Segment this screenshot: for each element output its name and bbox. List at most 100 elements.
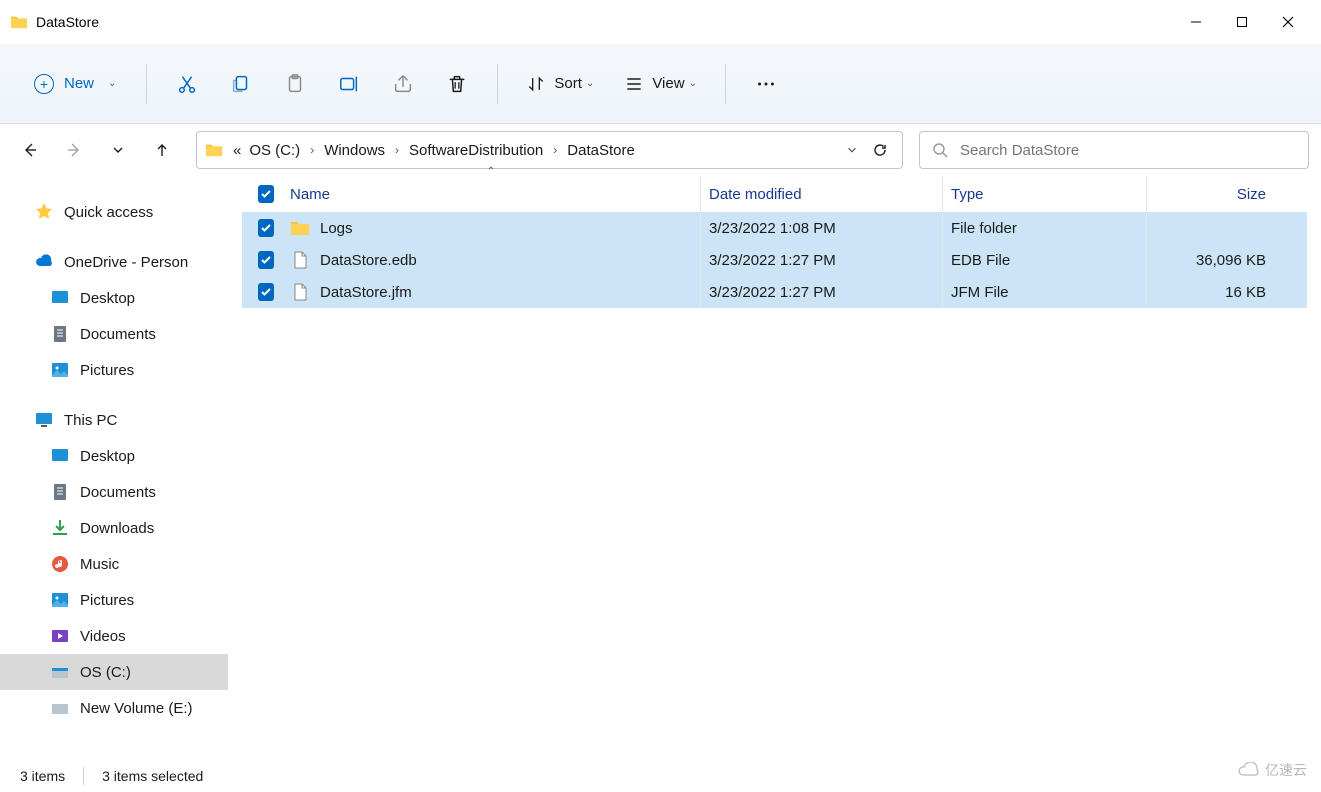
sidebar-label: Quick access (64, 204, 153, 221)
file-icon (290, 250, 310, 270)
sidebar-item-os-drive[interactable]: OS (C:) (0, 654, 228, 690)
file-date: 3/23/2022 1:27 PM (709, 284, 836, 301)
sidebar-label: Documents (80, 326, 156, 343)
sidebar-label: Pictures (80, 592, 134, 609)
row-checkbox[interactable] (258, 219, 274, 237)
sidebar-item-new-volume[interactable]: New Volume (E:) (0, 690, 228, 726)
download-icon (50, 518, 70, 538)
maximize-button[interactable] (1219, 6, 1265, 38)
recent-button[interactable] (100, 132, 136, 168)
breadcrumb-item[interactable]: SoftwareDistribution (405, 142, 547, 159)
status-selected: 3 items selected (102, 768, 203, 784)
sidebar-quick-access[interactable]: Quick access (0, 194, 228, 230)
sidebar-item-videos[interactable]: Videos (0, 618, 228, 654)
breadcrumb-prefix[interactable]: « (229, 142, 245, 159)
column-type[interactable]: Type (942, 176, 1146, 212)
sidebar-label: Desktop (80, 290, 135, 307)
breadcrumb-item[interactable]: DataStore (563, 142, 639, 159)
chevron-right-icon: › (547, 143, 563, 157)
up-button[interactable] (144, 132, 180, 168)
chevron-down-icon: ⌄ (108, 78, 116, 89)
file-row[interactable]: DataStore.jfm 3/23/2022 1:27 PM JFM File… (242, 276, 1307, 308)
pictures-icon (50, 360, 70, 380)
file-size: 36,096 KB (1196, 252, 1266, 269)
file-row[interactable]: Logs 3/23/2022 1:08 PM File folder (242, 212, 1307, 244)
rename-button[interactable] (325, 62, 373, 106)
search-box[interactable] (919, 131, 1309, 169)
forward-button[interactable] (56, 132, 92, 168)
trash-icon (446, 73, 468, 95)
title-bar: DataStore (0, 0, 1321, 44)
refresh-button[interactable] (866, 136, 894, 164)
delete-button[interactable] (433, 62, 481, 106)
breadcrumb-item[interactable]: Windows (320, 142, 389, 159)
select-all-checkbox[interactable] (250, 176, 282, 212)
address-dropdown[interactable] (838, 136, 866, 164)
minimize-button[interactable] (1173, 6, 1219, 38)
sidebar-label: OS (C:) (80, 664, 131, 681)
sidebar[interactable]: Quick access OneDrive - Person Desktop D… (0, 176, 228, 760)
star-icon (34, 202, 54, 222)
clipboard-icon (284, 73, 306, 95)
row-checkbox[interactable] (258, 251, 274, 269)
close-button[interactable] (1265, 6, 1311, 38)
sidebar-item-documents[interactable]: Documents (0, 316, 228, 352)
cloud-icon (1237, 762, 1261, 778)
back-button[interactable] (12, 132, 48, 168)
folder-icon (290, 218, 310, 238)
column-headers: ⌃ Name Date modified Type Size (242, 176, 1307, 212)
cut-button[interactable] (163, 62, 211, 106)
breadcrumb-item[interactable]: OS (C:) (245, 142, 304, 159)
column-size[interactable]: Size (1146, 176, 1274, 212)
copy-button[interactable] (217, 62, 265, 106)
sidebar-onedrive[interactable]: OneDrive - Person (0, 244, 228, 280)
desktop-icon (50, 288, 70, 308)
copy-icon (230, 73, 252, 95)
sidebar-item-pictures[interactable]: Pictures (0, 582, 228, 618)
sidebar-item-music[interactable]: Music (0, 546, 228, 582)
paste-button[interactable] (271, 62, 319, 106)
address-bar[interactable]: « OS (C:) › Windows › SoftwareDistributi… (196, 131, 903, 169)
file-row[interactable]: DataStore.edb 3/23/2022 1:27 PM EDB File… (242, 244, 1307, 276)
drive-icon (50, 698, 70, 718)
toolbar: + New ⌄ Sort ⌄ View ⌄ (0, 44, 1321, 124)
folder-icon (205, 141, 223, 159)
documents-icon (50, 482, 70, 502)
column-name[interactable]: ⌃ Name (282, 176, 700, 212)
sort-asc-icon: ⌃ (487, 166, 495, 177)
sidebar-this-pc[interactable]: This PC (0, 402, 228, 438)
file-type: File folder (951, 220, 1017, 237)
sidebar-item-desktop[interactable]: Desktop (0, 438, 228, 474)
sidebar-item-pictures[interactable]: Pictures (0, 352, 228, 388)
music-icon (50, 554, 70, 574)
list-icon (624, 74, 644, 94)
rename-icon (338, 73, 360, 95)
sort-button[interactable]: Sort ⌄ (514, 62, 606, 106)
new-button[interactable]: + New ⌄ (20, 62, 130, 106)
file-size: 16 KB (1225, 284, 1266, 301)
navigation-bar: « OS (C:) › Windows › SoftwareDistributi… (0, 124, 1321, 176)
sort-icon (526, 74, 546, 94)
column-date[interactable]: Date modified (700, 176, 942, 212)
chevron-right-icon: › (389, 143, 405, 157)
chevron-down-icon: ⌄ (689, 78, 697, 89)
share-button[interactable] (379, 62, 427, 106)
monitor-icon (34, 410, 54, 430)
file-name: DataStore.edb (320, 252, 417, 269)
window-title: DataStore (36, 14, 99, 30)
documents-icon (50, 324, 70, 344)
sidebar-label: New Volume (E:) (80, 700, 193, 717)
sidebar-label: Downloads (80, 520, 154, 537)
pictures-icon (50, 590, 70, 610)
search-input[interactable] (960, 142, 1296, 159)
view-button[interactable]: View ⌄ (612, 62, 709, 106)
sidebar-item-desktop[interactable]: Desktop (0, 280, 228, 316)
chevron-down-icon: ⌄ (586, 78, 594, 89)
status-count: 3 items (20, 768, 65, 784)
search-icon (932, 142, 948, 158)
chevron-right-icon: › (304, 143, 320, 157)
row-checkbox[interactable] (258, 283, 274, 301)
sidebar-item-documents[interactable]: Documents (0, 474, 228, 510)
sidebar-item-downloads[interactable]: Downloads (0, 510, 228, 546)
more-button[interactable] (742, 62, 790, 106)
